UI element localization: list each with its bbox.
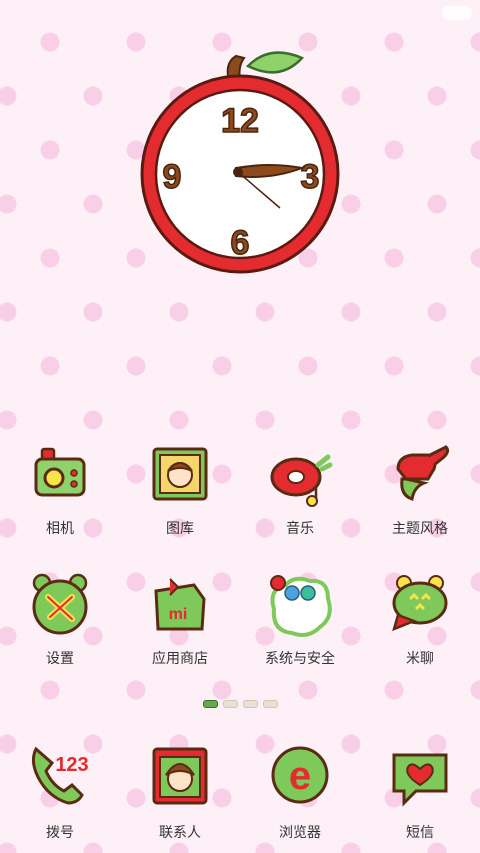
app-label: 浏览器 <box>279 824 321 840</box>
theme-icon <box>380 440 460 510</box>
app-phone[interactable]: 123 拨号 <box>5 740 115 842</box>
app-grid-row-1: 相机 图库 音乐 主题风格 <box>0 440 480 538</box>
clock-numeral-6: 6 <box>231 224 250 262</box>
sms-icon <box>380 740 460 810</box>
chat-icon <box>380 570 460 640</box>
page-indicators[interactable] <box>0 700 480 708</box>
app-music[interactable]: 音乐 <box>245 440 355 538</box>
app-chat[interactable]: 米聊 <box>365 570 475 668</box>
page-indicator-1[interactable] <box>202 700 218 708</box>
app-settings[interactable]: 设置 <box>5 570 115 668</box>
status-indicator <box>442 6 472 20</box>
clock-center <box>233 167 243 177</box>
app-label: 音乐 <box>286 520 314 536</box>
app-label: 主题风格 <box>392 520 448 536</box>
apple-leaf <box>245 51 305 74</box>
app-store-mi-glyph: mi <box>169 606 188 623</box>
security-icon <box>260 570 340 640</box>
settings-icon <box>20 570 100 640</box>
phone-icon: 123 <box>20 740 100 810</box>
clock-numeral-9: 9 <box>163 158 182 196</box>
page-indicator-4[interactable] <box>262 700 278 708</box>
camera-icon <box>20 440 100 510</box>
app-app-store[interactable]: mi 应用商店 <box>125 570 235 668</box>
gallery-icon <box>140 440 220 510</box>
app-security[interactable]: 系统与安全 <box>245 570 355 668</box>
app-label: 联系人 <box>159 824 201 840</box>
app-sms[interactable]: 短信 <box>365 740 475 842</box>
app-label: 图库 <box>166 520 194 536</box>
clock-numeral-3: 3 <box>301 158 320 196</box>
app-store-icon: mi <box>140 570 220 640</box>
app-label: 米聊 <box>406 650 434 666</box>
browser-glyph: e <box>289 754 311 798</box>
app-gallery[interactable]: 图库 <box>125 440 235 538</box>
app-theme[interactable]: 主题风格 <box>365 440 475 538</box>
music-icon <box>260 440 340 510</box>
app-grid-row-2: 设置 mi 应用商店 系统与安全 米聊 <box>0 570 480 668</box>
phone-digits: 123 <box>55 754 88 776</box>
clock-numeral-12: 12 <box>221 102 259 140</box>
app-label: 相机 <box>46 520 74 536</box>
app-label: 系统与安全 <box>265 650 335 666</box>
contacts-icon <box>140 740 220 810</box>
app-label: 设置 <box>46 650 74 666</box>
page-indicator-2[interactable] <box>222 700 238 708</box>
app-label: 应用商店 <box>152 650 208 666</box>
app-camera[interactable]: 相机 <box>5 440 115 538</box>
app-label: 拨号 <box>46 824 74 840</box>
clock-widget[interactable]: 12 3 6 9 <box>140 48 342 274</box>
page-indicator-3[interactable] <box>242 700 258 708</box>
app-contacts[interactable]: 联系人 <box>125 740 235 842</box>
app-browser[interactable]: e 浏览器 <box>245 740 355 842</box>
dock: 123 拨号 联系人 e 浏览器 短信 <box>0 740 480 842</box>
app-label: 短信 <box>406 824 434 840</box>
browser-icon: e <box>260 740 340 810</box>
